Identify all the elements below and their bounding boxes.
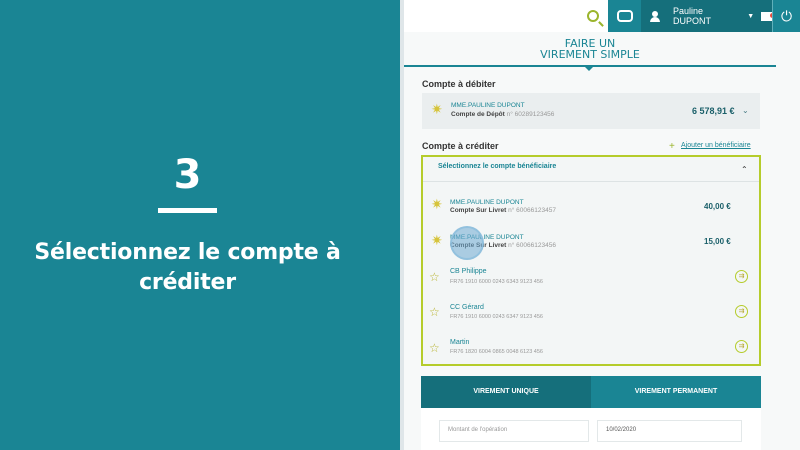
transfer-icon: ⇉ [735,270,748,283]
beneficiary-select-header[interactable]: Sélectionnez le compte bénéficiaire [438,163,556,170]
user-menu[interactable]: Pauline DUPONT ▼ [641,0,775,32]
page-title: FAIRE UN VIREMENT SIMPLE [404,38,776,60]
beneficiary-name: CB Philippe [450,268,487,275]
beneficiary-dropdown [421,155,761,366]
transfer-icon: ⇉ [735,340,748,353]
step-underline [158,208,217,213]
debit-account-type-label: Compte de Dépôt [451,111,505,118]
debit-balance: 6 578,91 € [692,106,735,116]
chevron-down-icon: ⌄ [742,106,749,115]
beneficiary-iban: FR76 1820 6004 0865 0048 6123 456 [450,349,543,355]
step-instruction-line1: Sélectionnez le compte à [34,240,341,265]
date-value: 10/02/2020 [606,427,637,433]
credit-label: Compte à créditer [422,141,499,151]
debit-account-select[interactable]: MME.PAULINE DUPONT Compte de Dépôt n° 60… [422,93,760,129]
account-number: n° 60066123456 [508,242,556,249]
step-instruction: Sélectionnez le compte à créditer [0,238,375,298]
date-field[interactable]: 10/02/2020 [597,420,742,442]
logout-button[interactable]: ⏻ [772,0,800,32]
debit-label: Compte à débiter [422,79,496,89]
page-title-line2: VIREMENT SIMPLE [540,48,640,61]
power-icon: ⏻ [780,7,793,24]
debit-account-type: Compte de Dépôt n° 60289123456 [451,111,554,118]
star-icon: ☆ [429,341,440,355]
chat-icon [616,10,633,22]
beneficiary-name: CC Gérard [450,304,484,311]
account-balance: 15,00 € [704,237,731,246]
chevron-up-icon[interactable]: ⌃ [741,165,748,174]
debit-account-number: n° 60289123456 [506,111,555,118]
plus-icon: + [669,141,675,152]
star-icon: ☆ [429,305,440,319]
savings-sun-icon [431,232,444,249]
title-notch [584,66,594,71]
search-icon [587,10,599,22]
transfer-icon: ⇉ [735,305,748,318]
mail-icon[interactable] [761,11,775,21]
star-icon: ☆ [429,270,440,284]
chat-button[interactable] [608,0,641,32]
caret-down-icon: ▼ [747,12,755,20]
account-name: MME.PAULINE DUPONT [450,199,524,206]
amount-placeholder: Montant de l'opération [448,427,508,433]
beneficiary-name: Martin [450,339,470,346]
transfer-type-tabs: VIREMENT UNIQUE VIREMENT PERMANENT [421,376,761,408]
step-number: 3 [173,152,202,198]
click-indicator [450,226,484,260]
account-type-label: Compte Sur Livret [450,207,507,214]
search-button[interactable] [574,0,612,32]
tab-virement-unique[interactable]: VIREMENT UNIQUE [421,376,591,408]
dropdown-separator [423,181,759,182]
tab-virement-permanent[interactable]: VIREMENT PERMANENT [591,376,761,408]
tutorial-panel: 3 Sélectionnez le compte à créditer [0,0,400,450]
account-number: n° 60066123457 [508,207,556,214]
account-type: Compte Sur Livret n° 60066123457 [450,207,556,214]
top-bar: Pauline DUPONT ▼ ⏻ [404,0,800,32]
banking-app: Pauline DUPONT ▼ ⏻ FAIRE UN VIREMENT SIM… [404,0,800,450]
add-beneficiary-link[interactable]: Ajouter un bénéficiaire [681,142,751,149]
beneficiary-iban: FR76 1910 6000 0243 6343 9123 456 [450,279,543,285]
amount-field[interactable]: Montant de l'opération [439,420,589,442]
debit-account-name: MME.PAULINE DUPONT [451,102,525,109]
beneficiary-iban: FR76 1910 6000 0243 6347 9123 456 [450,314,543,320]
account-balance: 40,00 € [704,202,731,211]
step-instruction-line2: créditer [139,270,236,295]
user-name: Pauline DUPONT [672,6,711,26]
savings-sun-icon [431,101,444,118]
savings-sun-icon [431,196,444,213]
user-icon [650,10,660,22]
